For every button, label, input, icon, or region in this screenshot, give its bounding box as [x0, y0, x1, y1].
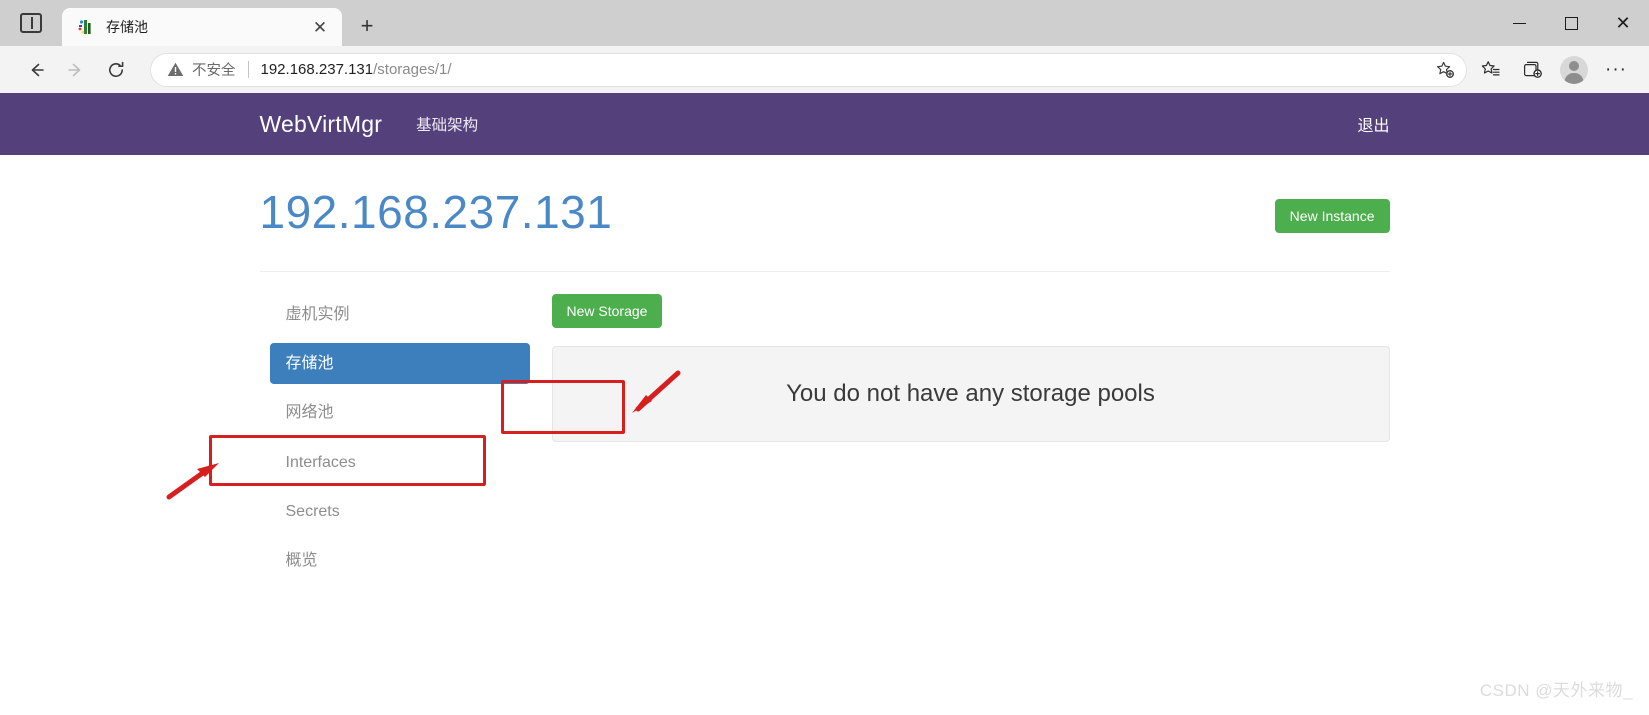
new-tab-button[interactable]: + — [350, 9, 384, 43]
page-container: 192.168.237.131 New Instance 虚机实例 存储池 网络… — [259, 155, 1390, 589]
ellipsis-icon: ··· — [1605, 59, 1627, 80]
address-bar[interactable]: 不安全 192.168.237.131/storages/1/ — [150, 52, 1467, 87]
browser-window: 存储池 ✕ + ✕ 不安全 192.168.237.131/storages/1… — [0, 0, 1649, 715]
close-icon: ✕ — [1615, 13, 1631, 33]
browser-toolbar: 不安全 192.168.237.131/storages/1/ ··· — [0, 46, 1649, 93]
collections-button[interactable] — [1513, 51, 1551, 89]
forward-button[interactable] — [58, 52, 94, 88]
back-button[interactable] — [18, 52, 54, 88]
tab-title: 存储池 — [106, 19, 148, 35]
sidebar-item-networks[interactable]: 网络池 — [270, 392, 530, 433]
window-controls: ✕ — [1493, 0, 1649, 46]
empty-storage-panel: You do not have any storage pools — [551, 346, 1390, 442]
annotation-arrow-sidebar — [165, 461, 223, 506]
sidebar-item-storages[interactable]: 存储池 — [269, 343, 530, 385]
empty-storage-message: You do not have any storage pools — [786, 380, 1155, 407]
url-text: 192.168.237.131/storages/1/ — [261, 61, 1423, 78]
new-instance-button[interactable]: New Instance — [1274, 199, 1390, 233]
profile-avatar-icon — [1560, 55, 1588, 84]
url-host: 192.168.237.131 — [260, 61, 374, 78]
content-row: 虚机实例 存储池 网络池 Interfaces Secrets 概览 New S… — [260, 272, 1390, 589]
close-button[interactable]: ✕ — [1597, 0, 1649, 46]
sidebar-item-interfaces[interactable]: Interfaces — [270, 442, 530, 483]
nav-link-infrastructure[interactable]: 基础架构 — [416, 113, 478, 135]
favorites-button[interactable] — [1471, 51, 1509, 89]
webvirtmgr-favicon-icon — [76, 17, 96, 37]
new-instance-wrap: New Instance — [1274, 199, 1390, 233]
navbar-inner: WebVirtMgr 基础架构 退出 — [260, 93, 1390, 155]
tab-close-icon[interactable]: ✕ — [308, 15, 332, 39]
sidebar-item-secrets[interactable]: Secrets — [270, 491, 530, 532]
warning-triangle-icon — [167, 62, 184, 77]
reload-button[interactable] — [98, 52, 134, 88]
add-favorite-icon[interactable] — [1430, 55, 1460, 85]
app-navbar: WebVirtMgr 基础架构 退出 — [0, 93, 1649, 155]
title-bar: 存储池 ✕ + ✕ — [0, 0, 1649, 46]
tab-search-icon — [20, 13, 42, 33]
maximize-icon — [1564, 16, 1578, 30]
main-content: New Storage You do not have any storage … — [530, 294, 1390, 589]
security-status-text: 不安全 — [192, 63, 236, 79]
url-path: /storages/1/ — [373, 61, 452, 78]
sidebar-item-overview[interactable]: 概览 — [270, 540, 530, 581]
page-viewport: WebVirtMgr 基础架构 退出 192.168.237.131 New I… — [0, 93, 1649, 715]
browser-tab[interactable]: 存储池 ✕ — [62, 8, 342, 46]
profile-button[interactable] — [1555, 51, 1593, 89]
settings-more-button[interactable]: ··· — [1597, 51, 1635, 89]
page-header: 192.168.237.131 New Instance — [260, 189, 1390, 235]
page-title: 192.168.237.131 — [259, 186, 613, 238]
app-brand[interactable]: WebVirtMgr — [260, 111, 383, 138]
logout-link[interactable]: 退出 — [1357, 112, 1389, 136]
tab-search-button[interactable] — [0, 0, 62, 46]
navbar-right: 退出 — [1357, 93, 1389, 155]
sidebar-item-instances[interactable]: 虚机实例 — [270, 294, 530, 335]
watermark-text: CSDN @天外来物_ — [1479, 681, 1633, 700]
omnibox-divider — [247, 61, 249, 78]
new-storage-button[interactable]: New Storage — [551, 294, 663, 328]
maximize-button[interactable] — [1545, 0, 1597, 46]
sidebar-nav: 虚机实例 存储池 网络池 Interfaces Secrets 概览 — [260, 294, 530, 589]
minimize-button[interactable] — [1493, 0, 1545, 46]
minimize-icon — [1512, 22, 1526, 24]
